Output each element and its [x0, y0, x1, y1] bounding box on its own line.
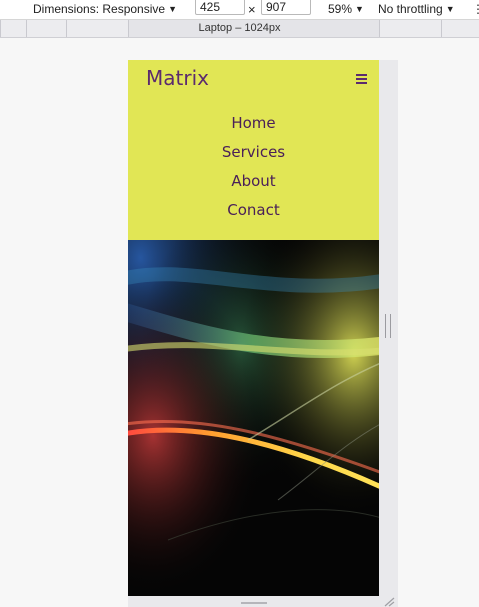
nav-link-about[interactable]: About: [128, 168, 379, 197]
viewport-stage: Matrix Home Services About Conact: [0, 38, 479, 607]
zoom-label: 59%: [328, 2, 353, 16]
dimensions-dropdown[interactable]: Dimensions: Responsive ▼: [33, 0, 177, 19]
resize-handle-right[interactable]: [385, 314, 391, 338]
media-query-bar[interactable]: Laptop – 1024px: [0, 20, 479, 38]
hero-image: [128, 240, 379, 596]
zoom-dropdown[interactable]: 59% ▼: [328, 0, 364, 19]
caret-down-icon: ▼: [355, 4, 364, 14]
resize-handle-bottom[interactable]: [241, 602, 267, 604]
caret-down-icon: ▼: [168, 4, 177, 14]
site-nav: Home Services About Conact: [128, 110, 379, 226]
caret-down-icon: ▼: [445, 4, 455, 14]
width-input[interactable]: 425: [195, 0, 245, 15]
hamburger-menu-icon[interactable]: [356, 74, 367, 84]
times-symbol: ×: [248, 2, 256, 17]
height-input[interactable]: 907: [261, 0, 311, 15]
media-query-label: Laptop – 1024px: [198, 22, 281, 34]
site-header: Matrix Home Services About Conact: [128, 60, 379, 240]
nav-link-home[interactable]: Home: [128, 110, 379, 139]
dimensions-label: Dimensions: Responsive: [33, 2, 166, 16]
device-viewport: Matrix Home Services About Conact: [128, 60, 379, 596]
hero-abstract-waves: [128, 240, 379, 596]
nav-link-contact[interactable]: Conact: [128, 197, 379, 226]
site-logo[interactable]: Matrix: [146, 66, 209, 90]
throttling-label: No throttling: [378, 2, 443, 16]
resize-corner-icon[interactable]: [383, 597, 395, 607]
throttling-dropdown[interactable]: No throttling ▼: [378, 0, 455, 19]
more-options-icon[interactable]: ⋮: [472, 0, 479, 19]
nav-link-services[interactable]: Services: [128, 139, 379, 168]
device-toolbar: Dimensions: Responsive ▼ 425 × 907 59% ▼ N…: [0, 0, 479, 20]
